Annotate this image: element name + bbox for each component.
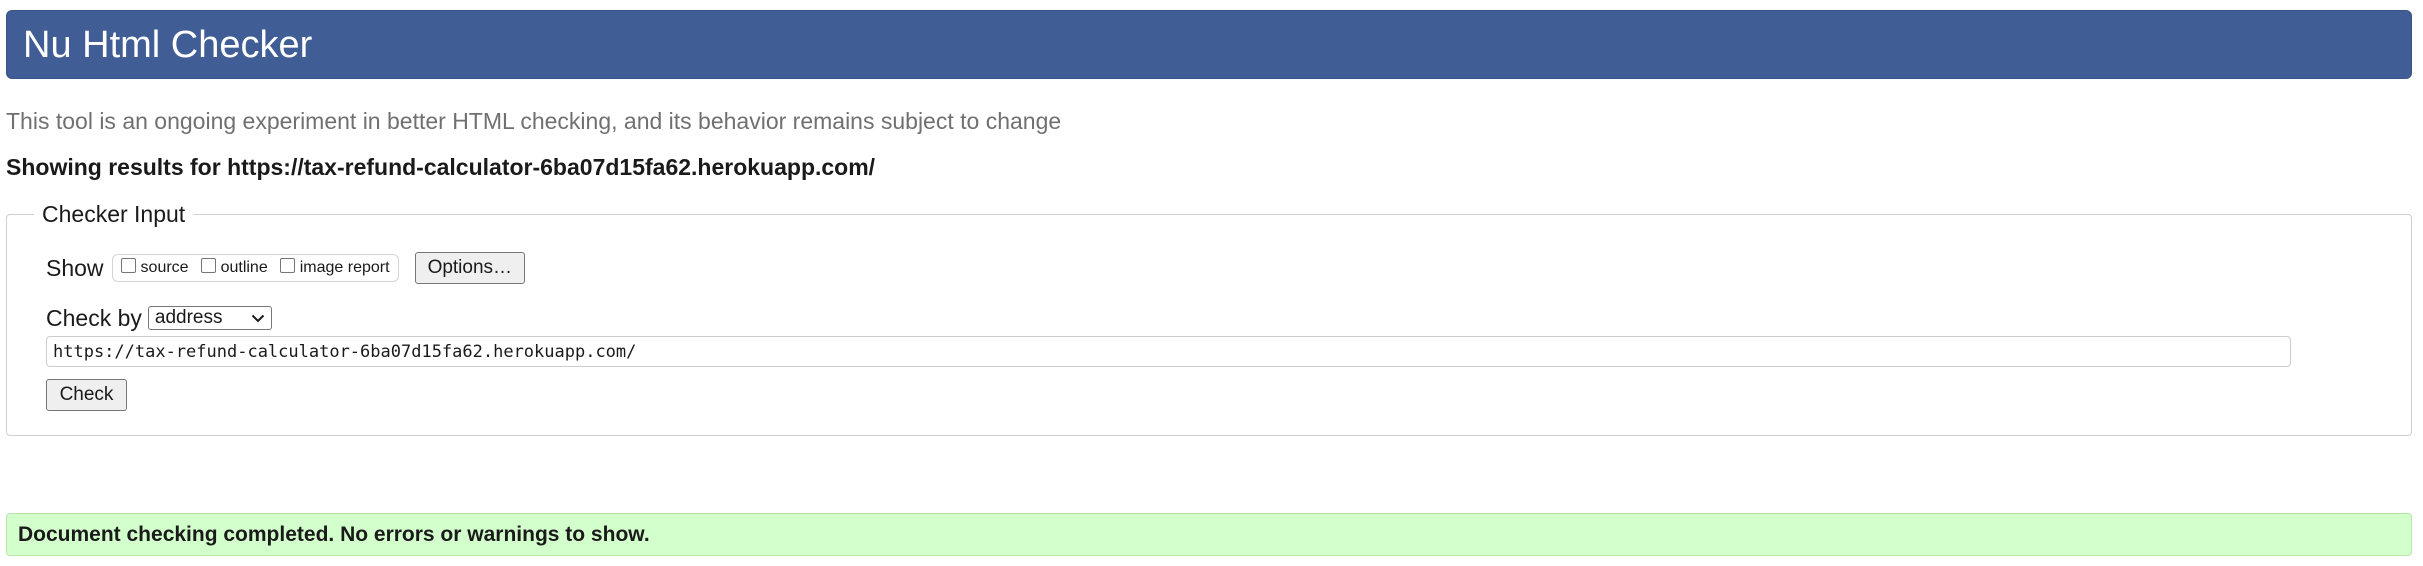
- page: Nu Html Checker This tool is an ongoing …: [0, 0, 2423, 566]
- results-heading: Showing results for https://tax-refund-c…: [6, 154, 876, 180]
- image-report-checkbox-label: image report: [299, 259, 390, 276]
- status-message: Document checking completed. No errors o…: [6, 513, 2412, 556]
- show-options-group: source outline image report: [111, 254, 399, 282]
- show-image-report-option[interactable]: image report: [279, 257, 390, 277]
- check-by-row: Check by address: [46, 303, 272, 333]
- options-button[interactable]: Options…: [414, 252, 526, 284]
- show-source-option[interactable]: source: [120, 257, 189, 277]
- check-by-label: Check by: [46, 304, 142, 331]
- header-bar: Nu Html Checker: [6, 10, 2412, 79]
- page-title: Nu Html Checker: [23, 24, 313, 66]
- image-report-checkbox[interactable]: [279, 257, 295, 273]
- outline-checkbox[interactable]: [200, 257, 216, 273]
- chevron-down-icon: [251, 314, 265, 322]
- show-label: Show: [46, 254, 104, 281]
- check-button[interactable]: Check: [46, 379, 127, 411]
- check-by-select[interactable]: address: [147, 306, 272, 330]
- show-options-row: Show source outline image report Options…: [46, 252, 526, 284]
- outline-checkbox-label: outline: [220, 259, 268, 276]
- checker-input-fieldset: [6, 214, 2412, 436]
- url-input[interactable]: https://tax-refund-calculator-6ba07d15fa…: [46, 336, 2291, 367]
- checker-input-legend: Checker Input: [34, 198, 194, 230]
- source-checkbox-label: source: [140, 259, 189, 276]
- show-outline-option[interactable]: outline: [200, 257, 268, 277]
- check-by-selected-value: address: [154, 307, 223, 328]
- tool-description: This tool is an ongoing experiment in be…: [6, 108, 1062, 134]
- source-checkbox[interactable]: [120, 257, 136, 273]
